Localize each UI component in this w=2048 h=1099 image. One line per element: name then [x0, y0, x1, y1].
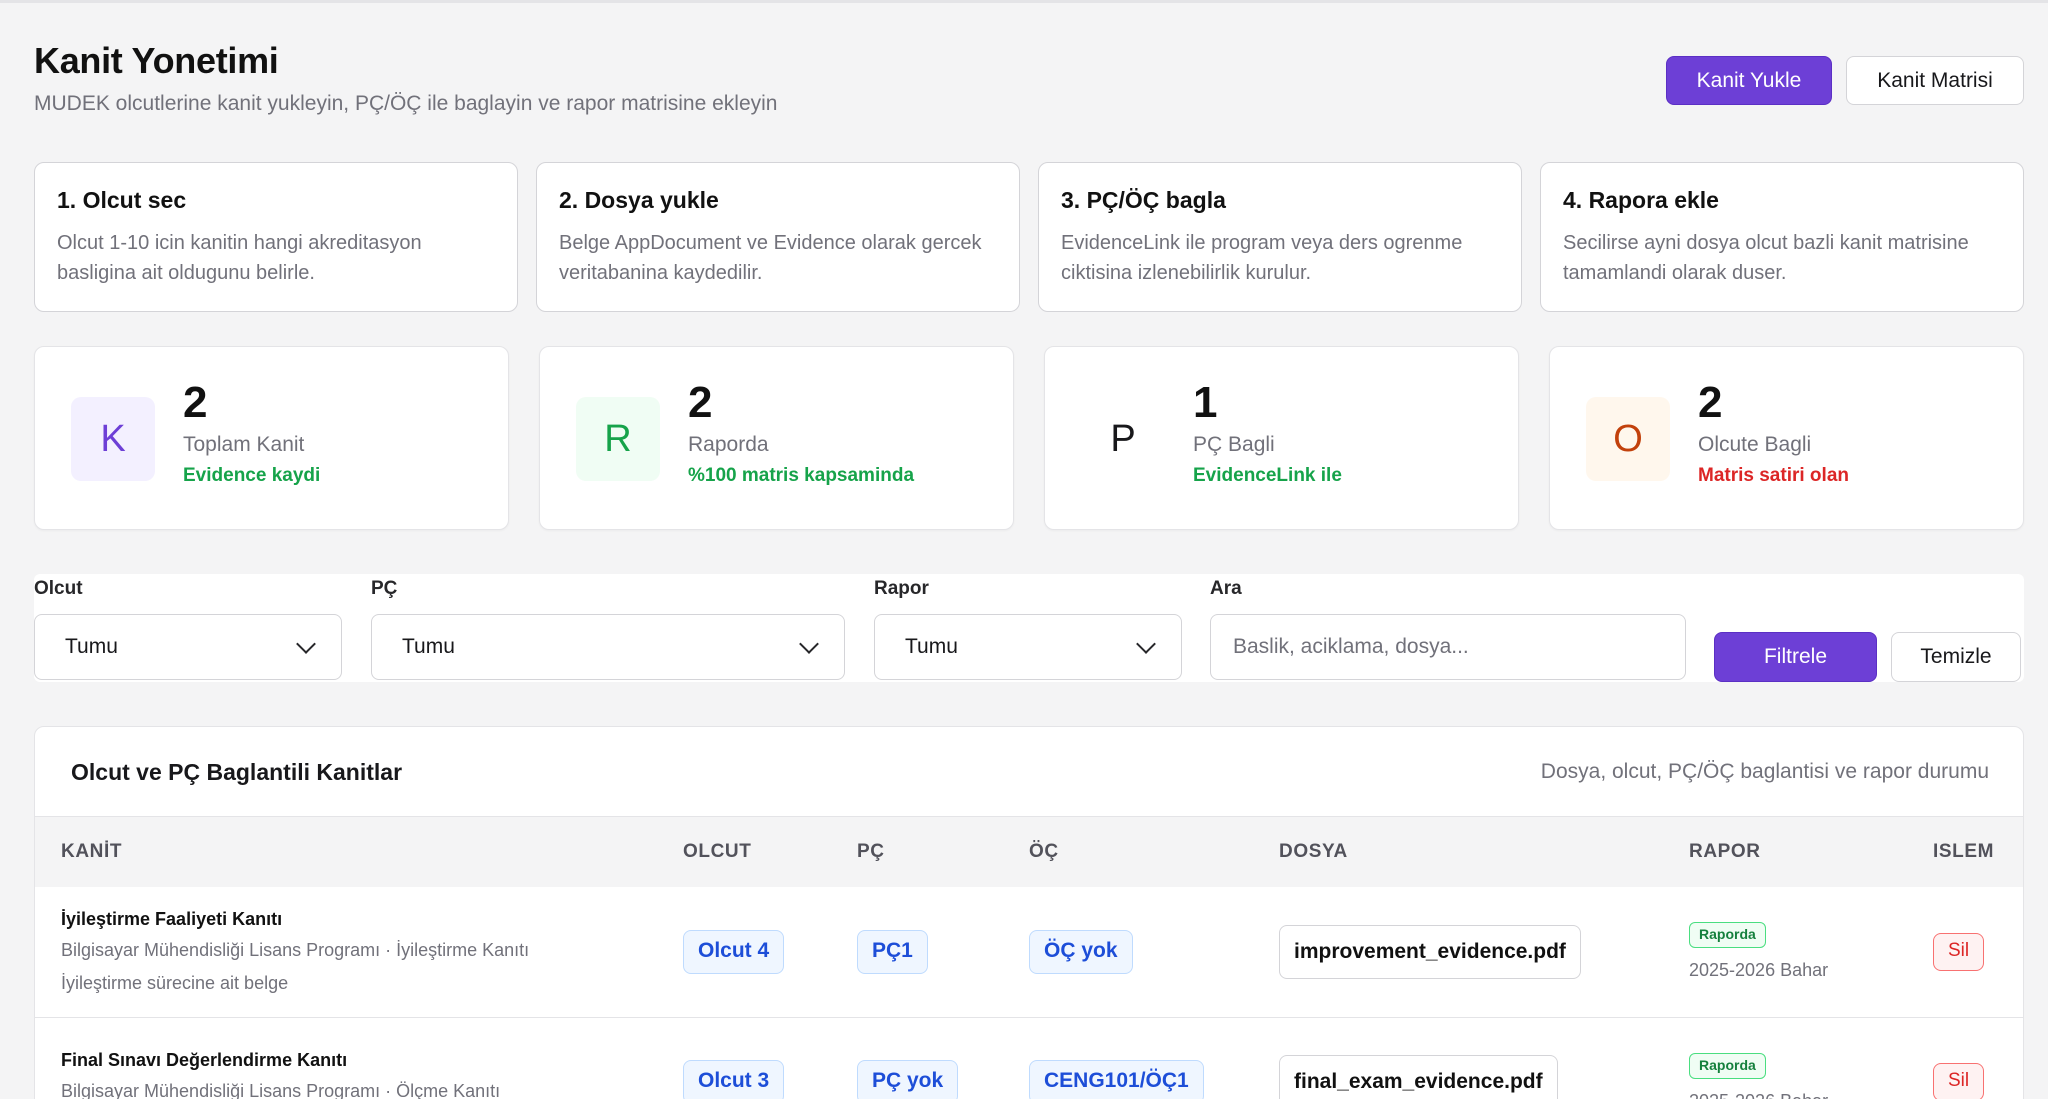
table-header-row: KANİT OLCUT PÇ ÖÇ DOSYA RAPOR ISLEM [35, 817, 2023, 887]
select-value: Tumu [905, 635, 958, 658]
filter-label: PÇ [371, 578, 398, 599]
chevron-down-icon [296, 634, 316, 654]
file-link[interactable]: improvement_evidence.pdf [1279, 924, 1581, 979]
rapor-filter: Rapor Tumu [874, 578, 1182, 680]
column-header: RAPOR [1689, 841, 1761, 862]
select-value: Tumu [65, 635, 118, 658]
stat-note: EvidenceLink ile [1193, 465, 1342, 486]
delete-button[interactable]: Sil [1933, 1063, 1985, 1099]
step-title: 2. Dosya yukle [559, 187, 719, 213]
report-status-badge: Raporda [1689, 922, 1766, 949]
report-status-badge: Raporda [1689, 1052, 1766, 1079]
clear-button[interactable]: Temizle [1891, 632, 2021, 682]
pc-select[interactable]: Tumu [371, 614, 845, 680]
column-header: OLCUT [683, 841, 752, 862]
step-description: Olcut 1-10 icin kanitin hangi akreditasy… [57, 232, 422, 284]
step-title: 4. Rapora ekle [1563, 187, 1719, 213]
stat-value: 2 [1698, 378, 1723, 427]
search-input[interactable] [1210, 614, 1686, 680]
stat-label: Olcute Bagli [1698, 433, 1812, 456]
step-title: 3. PÇ/ÖÇ bagla [1061, 187, 1226, 213]
filter-bar: Olcut Tumu PÇ Tumu Rapor Tumu Ara Filtre… [34, 574, 2024, 682]
olcut-select[interactable]: Tumu [34, 614, 342, 680]
filter-label: Olcut [34, 578, 83, 599]
evidence-description: İyileştirme sürecine ait belge [61, 973, 289, 994]
filter-actions: Filtrele Temizle [1714, 632, 2021, 682]
evidence-title: İyileştirme Faaliyeti Kanıtı [61, 909, 283, 930]
search-filter: Ara [1210, 578, 1688, 680]
letter-p-icon: P [1081, 397, 1165, 481]
report-term: 2025-2026 Bahar [1689, 960, 1829, 981]
stat-note: %100 matris kapsaminda [688, 465, 915, 486]
oc-tag: ÖÇ yok [1029, 929, 1133, 974]
stat-note: Matris satiri olan [1698, 465, 1849, 486]
chevron-down-icon [799, 634, 819, 654]
page-header: Kanit Yonetimi MUDEK olcutlerine kanit y… [34, 40, 2024, 120]
column-header: PÇ [857, 841, 885, 862]
column-header: DOSYA [1279, 841, 1348, 862]
step-title: 1. Olcut sec [57, 187, 187, 213]
stat-value: 1 [1193, 378, 1218, 427]
top-border [0, 0, 2048, 3]
filter-label: Ara [1210, 578, 1242, 599]
step-card: 2. Dosya yukle Belge AppDocument ve Evid… [536, 162, 1020, 312]
letter-r-icon: R [576, 397, 660, 481]
file-link[interactable]: final_exam_evidence.pdf [1279, 1055, 1558, 1099]
evidence-table: KANİT OLCUT PÇ ÖÇ DOSYA RAPOR ISLEM İyil… [35, 817, 2023, 1099]
stat-card-criteria: O 2 Olcute Bagli Matris satiri olan [1549, 346, 2024, 530]
stat-label: PÇ Bagli [1193, 433, 1275, 456]
table-subtitle: Dosya, olcut, PÇ/ÖÇ baglantisi ve rapor … [1540, 760, 1989, 783]
table-row: İyileştirme Faaliyeti Kanıtı Bilgisayar … [35, 887, 2023, 1017]
step-card: 1. Olcut sec Olcut 1-10 icin kanitin han… [34, 162, 518, 312]
step-card: 4. Rapora ekle Secilirse ayni dosya olcu… [1540, 162, 2024, 312]
column-header: ÖÇ [1029, 841, 1059, 862]
header-actions: Kanit Yukle Kanit Matrisi [1666, 56, 2024, 105]
evidence-title: Final Sınavı Değerlendirme Kanıtı [61, 1050, 348, 1070]
olcut-tag: Olcut 4 [683, 929, 785, 974]
evidence-table-card: Olcut ve PÇ Baglantili Kanitlar Dosya, o… [34, 726, 2024, 1099]
stat-value: 2 [688, 378, 713, 427]
stat-note: Evidence kaydi [183, 465, 321, 486]
report-term: 2025-2026 Bahar [1689, 1091, 1933, 1099]
stat-value: 2 [183, 378, 208, 427]
step-description: Secilirse ayni dosya olcut bazli kanit m… [1563, 232, 1969, 284]
step-description: EvidenceLink ile program veya ders ogren… [1061, 232, 1463, 284]
stat-card-report: R 2 Raporda %100 matris kapsaminda [539, 346, 1014, 530]
step-description: Belge AppDocument ve Evidence olarak ger… [559, 232, 982, 284]
stats-row: K 2 Toplam Kanit Evidence kaydi R 2 Rapo… [34, 346, 2024, 530]
stat-label: Toplam Kanit [183, 433, 305, 456]
table-header-bar: Olcut ve PÇ Baglantili Kanitlar Dosya, o… [35, 727, 2023, 817]
filter-button[interactable]: Filtrele [1714, 632, 1877, 682]
filter-label: Rapor [874, 578, 929, 599]
select-value: Tumu [402, 635, 455, 658]
table-row: Final Sınavı Değerlendirme Kanıtı Bilgis… [35, 1017, 2023, 1099]
oc-tag: CENG101/ÖÇ1 [1029, 1060, 1204, 1099]
evidence-meta: Bilgisayar Mühendisliği Lisans Programı … [61, 940, 530, 961]
chevron-down-icon [1136, 634, 1156, 654]
stat-card-total: K 2 Toplam Kanit Evidence kaydi [34, 346, 509, 530]
evidence-matrix-button[interactable]: Kanit Matrisi [1846, 56, 2024, 105]
pc-tag: PÇ yok [857, 1060, 959, 1099]
letter-k-icon: K [71, 397, 155, 481]
evidence-meta: Bilgisayar Mühendisliği Lisans Programı … [61, 1081, 501, 1099]
letter-o-icon: O [1586, 397, 1670, 481]
workflow-steps: 1. Olcut sec Olcut 1-10 icin kanitin han… [34, 162, 2024, 312]
stat-label: Raporda [688, 433, 769, 456]
delete-button[interactable]: Sil [1933, 932, 1985, 971]
stat-card-pc: P 1 PÇ Bagli EvidenceLink ile [1044, 346, 1519, 530]
column-header: KANİT [61, 841, 123, 862]
upload-evidence-button[interactable]: Kanit Yukle [1666, 56, 1832, 105]
olcut-filter: Olcut Tumu [34, 578, 342, 680]
rapor-select[interactable]: Tumu [874, 614, 1182, 680]
column-header: ISLEM [1933, 841, 1995, 862]
pc-tag: PÇ1 [857, 929, 928, 974]
olcut-tag: Olcut 3 [683, 1060, 785, 1099]
pc-filter: PÇ Tumu [371, 578, 845, 680]
step-card: 3. PÇ/ÖÇ bagla EvidenceLink ile program … [1038, 162, 1522, 312]
table-title: Olcut ve PÇ Baglantili Kanitlar [71, 759, 403, 785]
